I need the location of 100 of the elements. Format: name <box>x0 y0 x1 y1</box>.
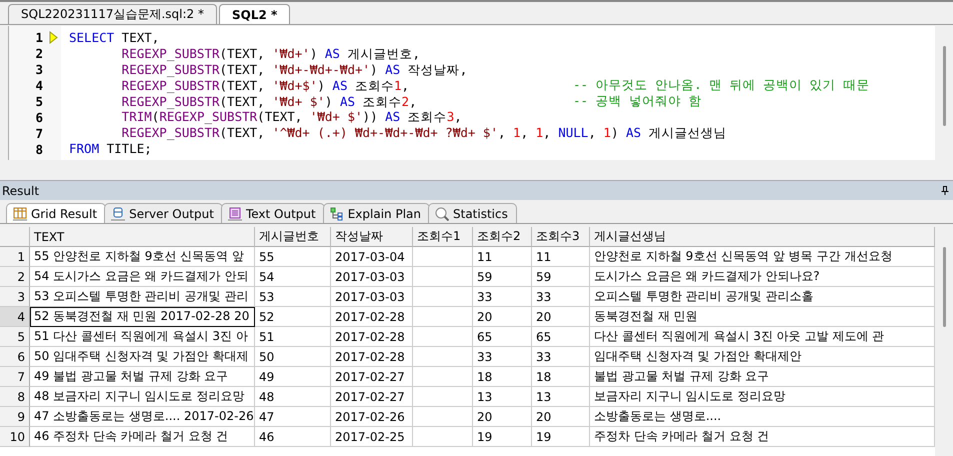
row-number[interactable]: 5 <box>0 327 30 347</box>
line-number: 5 <box>34 94 43 109</box>
table-cell: 주정차 단속 카메라 철거 요청 건 <box>590 427 935 447</box>
table-cell: 20 <box>532 407 590 427</box>
table-cell: 53 오피스텔 투명한 관리비 공개및 관리 <box>30 287 255 307</box>
pin-icon[interactable] <box>941 186 949 195</box>
table-cell: 2017-02-28 <box>331 327 413 347</box>
table-cell: 보금자리 지구니 임시도로 정리요망 <box>590 387 935 407</box>
table-cell: 48 보금자리 지구니 임시도로 정리요망 <box>30 387 255 407</box>
line-number: 8 <box>34 142 43 157</box>
table-cell: 51 다산 콜센터 직원에게 욕설시 3진 아 <box>30 327 255 347</box>
scrollbar-thumb[interactable] <box>942 46 946 126</box>
table-cell: 2017-02-28 <box>331 347 413 367</box>
column-header[interactable]: 조회수1 <box>413 227 473 247</box>
sql-editor[interactable] <box>8 26 953 160</box>
tree-diagram-icon <box>330 206 344 220</box>
column-header[interactable]: 작성날짜 <box>331 227 413 247</box>
line-number: 7 <box>34 126 43 141</box>
table-cell: 2017-02-26 <box>331 407 413 427</box>
column-header[interactable]: 게시글선생님 <box>590 227 935 247</box>
result-tab[interactable]: Grid Result <box>6 203 106 223</box>
table-cell: 54 도시가스 요금은 왜 카드결제가 안되 <box>30 267 255 287</box>
table-cell <box>413 287 473 307</box>
line-number: 3 <box>34 62 43 78</box>
magnifier-icon <box>435 206 449 220</box>
table-cell: 20 <box>473 407 532 427</box>
column-header[interactable]: TEXT <box>30 227 255 247</box>
table-cell: 59 <box>532 267 590 287</box>
table-cell: 52 동북경전철 재 민원 2017-02-28 20 <box>30 307 255 327</box>
code-line: REGEXP_SUBSTR(TEXT, '^₩d+ (.+) ₩d+-₩d+-₩d+ ?₩d+ $', 1, 1, NULL, 1) AS 게시글선생님 <box>120 125 727 142</box>
line-number: 6 <box>34 110 43 125</box>
table-cell: 49 불법 광고물 처벌 규제 강화 요구 <box>30 367 255 387</box>
table-cell: 65 <box>473 327 532 347</box>
row-number[interactable]: 8 <box>0 387 30 407</box>
table-cell: 65 <box>532 327 590 347</box>
editor-tab[interactable]: SQL2 * <box>218 4 290 24</box>
table-cell: 2017-02-27 <box>331 387 413 407</box>
line-number: 1 <box>34 30 43 46</box>
table-cell: 47 <box>255 407 331 427</box>
table-cell: 55 <box>255 247 331 267</box>
table-cell: 11 <box>532 247 590 267</box>
column-header[interactable]: 조회수2 <box>473 227 532 247</box>
table-cell <box>413 267 473 287</box>
table-cell: 2017-03-04 <box>331 247 413 267</box>
table-cell: 53 <box>255 287 331 307</box>
table-cell: 54 <box>255 267 331 287</box>
table-cell: 50 <box>255 347 331 367</box>
line-number: 2 <box>34 46 43 62</box>
table-cell: 19 <box>473 427 532 447</box>
table-cell: 59 <box>473 267 532 287</box>
table-cell: 불법 광고물 처벌 규제 강화 요구 <box>590 367 935 387</box>
table-cell <box>413 427 473 447</box>
table-cell: 18 <box>532 367 590 387</box>
column-header[interactable]: 게시글번호 <box>255 227 331 247</box>
table-cell: 49 <box>255 367 331 387</box>
row-number[interactable]: 6 <box>0 347 30 367</box>
table-cell: 55 안양천로 지하철 9호선 신목동역 앞 <box>30 247 255 267</box>
result-tab[interactable]: Statistics <box>428 203 517 223</box>
row-number[interactable]: 10 <box>0 427 30 447</box>
scrollbar-thumb[interactable] <box>942 247 946 327</box>
table-cell: 13 <box>473 387 532 407</box>
table-cell: 임대주택 신청자격 및 가점안 확대제안 <box>590 347 935 367</box>
code-comment: -- 공백 넣어줘야 함 <box>573 93 702 110</box>
row-number[interactable]: 9 <box>0 407 30 427</box>
row-number[interactable]: 7 <box>0 367 30 387</box>
code-line: SELECT TEXT, <box>69 30 160 46</box>
code-line: REGEXP_SUBSTR(TEXT, '₩d+ $') AS 조회수2, <box>120 94 418 110</box>
row-number[interactable]: 4 <box>0 307 30 327</box>
table-cell: 20 <box>473 307 532 327</box>
table-cell: 2017-02-27 <box>331 367 413 387</box>
table-cell: 19 <box>532 427 590 447</box>
code-line: TRIM(REGEXP_SUBSTR(TEXT, '₩d+ $')) AS 조회수3, <box>120 109 463 126</box>
grid-corner-header[interactable] <box>0 227 30 247</box>
table-cell: 33 <box>532 347 590 367</box>
grid-icon <box>13 206 27 220</box>
document-icon <box>228 206 242 220</box>
code-comment: -- 아무것도 안나옴. 맨 뒤에 공백이 있기 때문 <box>573 77 870 94</box>
editor-tab[interactable]: SQL220231117실습문제.sql:2 * <box>8 4 217 24</box>
row-number[interactable]: 3 <box>0 287 30 307</box>
table-cell: 2017-02-25 <box>331 427 413 447</box>
table-cell <box>413 327 473 347</box>
table-cell: 46 주정차 단속 카메라 철거 요청 건 <box>30 427 255 447</box>
table-cell: 동북경전철 재 민원 <box>590 307 935 327</box>
table-cell <box>413 387 473 407</box>
line-number: 4 <box>34 78 43 94</box>
row-number[interactable]: 1 <box>0 247 30 267</box>
row-number[interactable]: 2 <box>0 267 30 287</box>
table-cell: 2017-03-03 <box>331 267 413 287</box>
result-tab[interactable]: Explain Plan <box>322 203 430 223</box>
table-cell: 51 <box>255 327 331 347</box>
table-cell: 52 <box>255 307 331 327</box>
table-cell: 33 <box>473 347 532 367</box>
table-cell <box>413 367 473 387</box>
table-cell <box>413 247 473 267</box>
table-cell: 도시가스 요금은 왜 카드결제가 안되나요? <box>590 267 935 287</box>
result-tab[interactable]: Server Output <box>104 203 223 223</box>
column-header[interactable]: 조회수3 <box>532 227 590 247</box>
table-cell: 2017-03-03 <box>331 287 413 307</box>
result-tab[interactable]: Text Output <box>220 203 325 223</box>
code-line: FROM TITLE; <box>69 141 153 158</box>
